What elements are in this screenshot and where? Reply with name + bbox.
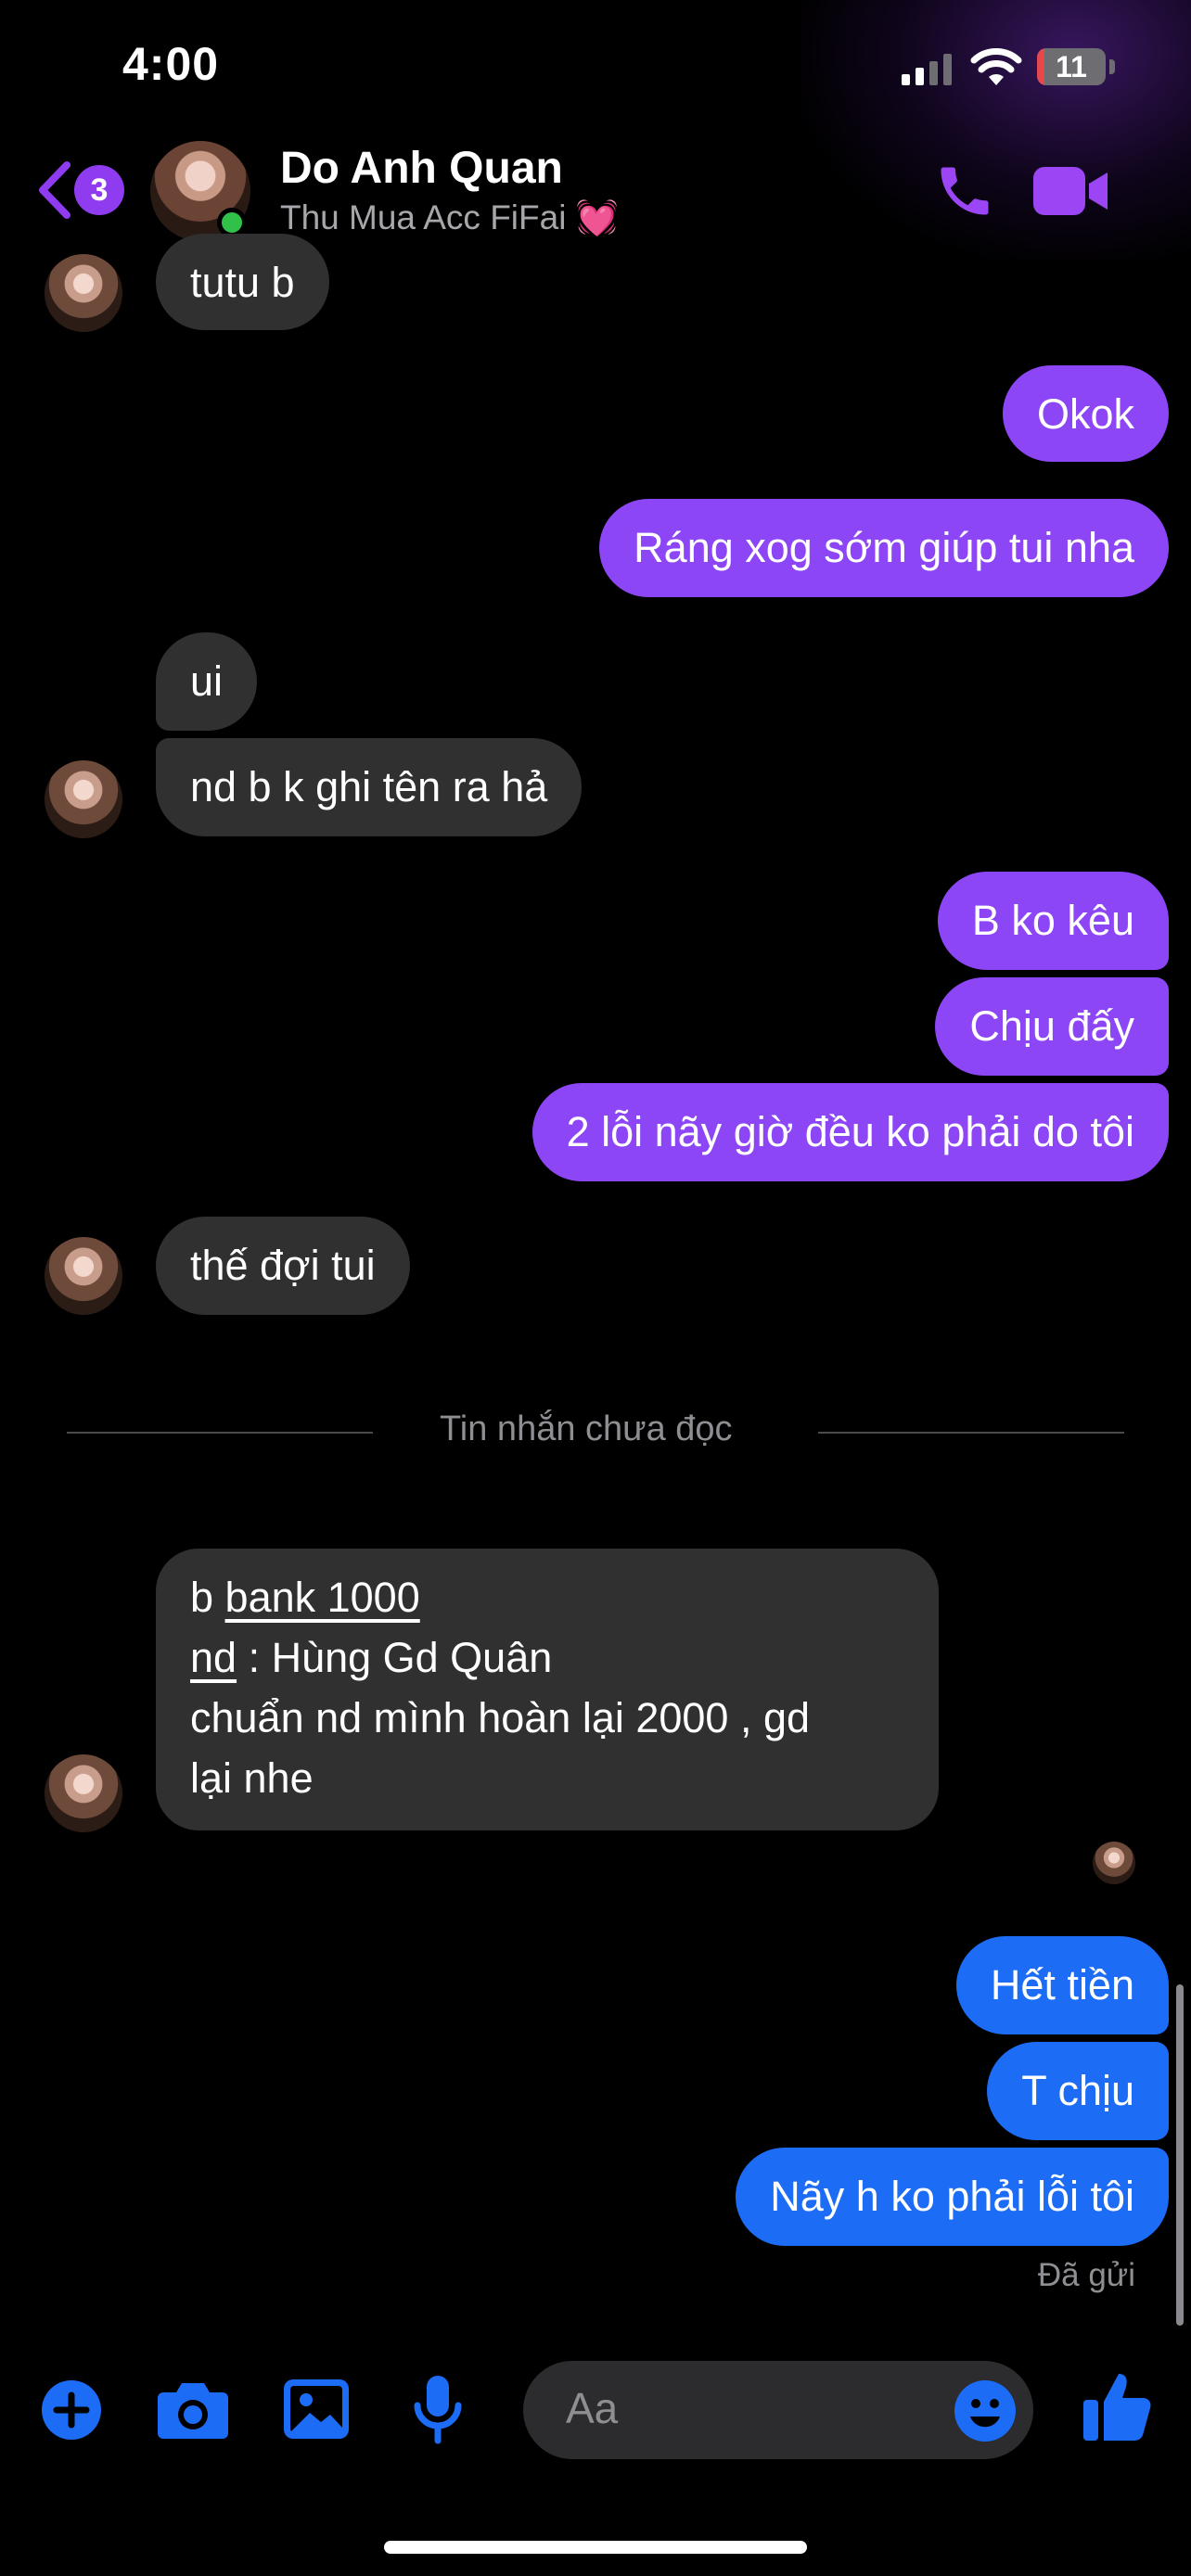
home-indicator [384, 2541, 807, 2554]
unread-divider-line-right [818, 1432, 1124, 1434]
sender-avatar[interactable] [45, 1237, 122, 1315]
message-bubble[interactable]: 2 lỗi nãy giờ đều ko phải do tôi [531, 1083, 1169, 1181]
unread-divider-label: Tin nhắn chưa đọc [440, 1409, 733, 1448]
emoji-icon[interactable] [954, 2379, 1017, 2442]
link-text[interactable]: bank 1000 [225, 1574, 420, 1621]
seen-receipt-avatar [1093, 1842, 1135, 1884]
microphone-icon[interactable] [412, 2376, 464, 2444]
back-chevron-icon[interactable] [35, 159, 72, 221]
status-time: 4:00 [122, 38, 220, 90]
message-bubble[interactable]: Okok [1002, 365, 1169, 462]
message-bubble[interactable]: Chịu đấy [935, 977, 1169, 1076]
link-text[interactable]: nd [190, 1634, 237, 1681]
phone-icon[interactable] [933, 159, 996, 223]
thumbs-up-icon[interactable] [1083, 2370, 1152, 2442]
message-bubble[interactable]: B ko kêu [937, 872, 1169, 970]
sent-status: Đã gửi [1037, 2257, 1135, 2293]
video-camera-icon[interactable] [1033, 163, 1109, 219]
camera-icon[interactable] [158, 2379, 228, 2439]
sender-avatar[interactable] [45, 1754, 122, 1832]
message-line: b bank 1000 [190, 1574, 420, 1621]
message-bubble[interactable]: T chịu [987, 2042, 1169, 2140]
unread-count-badge[interactable]: 3 [74, 165, 124, 215]
message-bubble[interactable]: b bank 1000 nd : Hùng Gd Quân chuẩn nd m… [156, 1549, 939, 1830]
battery-tip [1109, 59, 1115, 74]
message-line: chuẩn nd mình hoàn lại 2000 , gd [190, 1694, 811, 1741]
contact-name[interactable]: Do Anh Quan [280, 143, 563, 194]
plus-icon[interactable] [41, 2379, 102, 2441]
image-icon[interactable] [284, 2379, 349, 2439]
contact-subtitle: Thu Mua Acc FiFai 💓 [280, 198, 619, 236]
sender-avatar[interactable] [45, 760, 122, 838]
battery-indicator: 11 [1037, 48, 1106, 85]
message-bubble[interactable]: nd b k ghi tên ra hả [156, 738, 583, 836]
header-glow [801, 0, 1191, 260]
message-line: nd : Hùng Gd Quân [190, 1634, 553, 1681]
wifi-icon [970, 48, 1022, 85]
cellular-signal-icon [902, 54, 952, 85]
message-bubble[interactable]: Ráng xog sớm giúp tui nha [599, 499, 1169, 597]
scrollbar[interactable] [1176, 1984, 1184, 2326]
battery-percentage: 11 [1056, 50, 1087, 83]
message-bubble[interactable]: thế đợi tui [156, 1217, 410, 1315]
sender-avatar[interactable] [45, 254, 122, 332]
message-line: lại nhe [190, 1754, 314, 1802]
message-bubble[interactable]: ui [156, 632, 258, 731]
message-input-placeholder: Aa [566, 2384, 619, 2432]
message-bubble[interactable]: Nãy h ko phải lỗi tôi [736, 2148, 1169, 2246]
unread-divider-line-left [67, 1432, 373, 1434]
message-bubble[interactable]: tutu b [156, 234, 329, 330]
message-bubble[interactable]: Hết tiền [955, 1936, 1169, 2034]
